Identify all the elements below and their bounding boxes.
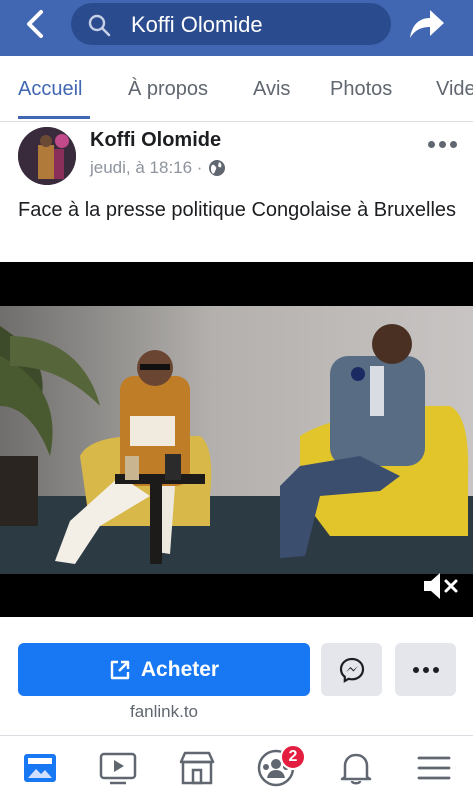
more-dot-icon <box>412 666 419 673</box>
back-arrow-icon[interactable] <box>20 8 52 40</box>
page-tabs: Accueil À propos Avis Photos Vide <box>0 56 473 122</box>
external-link-icon <box>110 660 130 679</box>
share-icon[interactable] <box>406 6 446 42</box>
video-player[interactable] <box>0 262 473 617</box>
more-dot-icon <box>428 140 435 148</box>
more-dot-icon <box>422 666 429 673</box>
more-dot-icon <box>432 666 439 673</box>
messenger-icon <box>339 657 364 683</box>
tab-videos[interactable]: Vide <box>436 78 473 101</box>
tab-photos[interactable]: Photos <box>330 78 392 101</box>
post-options-button[interactable] <box>428 138 458 150</box>
post-meta: jeudi, à 18:16 · <box>90 158 226 178</box>
globe-icon <box>209 160 226 176</box>
buy-button-label: Acheter <box>140 657 220 681</box>
more-dot-icon <box>439 140 446 148</box>
tab-avis[interactable]: Avis <box>253 78 290 101</box>
buy-button[interactable]: Acheter <box>18 643 310 696</box>
post-author[interactable]: Koffi Olomide <box>90 129 221 152</box>
top-bar: Koffi Olomide <box>0 0 473 56</box>
video-frame <box>0 306 473 574</box>
link-domain: fanlink.to <box>129 702 199 721</box>
tab-accueil[interactable]: Accueil <box>18 78 82 101</box>
post-text: Face à la presse politique Congolaise à … <box>18 199 457 221</box>
post-time[interactable]: jeudi, à 18:16 · <box>90 158 202 178</box>
search-input[interactable]: Koffi Olomide <box>71 3 391 45</box>
messenger-button[interactable] <box>321 643 382 696</box>
avatar[interactable] <box>18 127 76 185</box>
watch-icon[interactable] <box>98 748 138 788</box>
notifications-icon[interactable] <box>336 748 376 788</box>
more-dot-icon <box>450 140 457 148</box>
mute-icon[interactable] <box>420 570 460 602</box>
menu-icon[interactable] <box>414 748 454 788</box>
bottom-nav: 2 <box>0 735 473 800</box>
active-tab-indicator <box>18 116 90 119</box>
search-icon <box>88 14 111 37</box>
feed-icon[interactable] <box>20 748 60 788</box>
search-query: Koffi Olomide <box>131 12 263 37</box>
groups-badge: 2 <box>280 744 306 770</box>
marketplace-icon[interactable] <box>177 748 217 788</box>
tab-a-propos[interactable]: À propos <box>128 78 208 101</box>
more-actions-button[interactable] <box>395 643 456 696</box>
